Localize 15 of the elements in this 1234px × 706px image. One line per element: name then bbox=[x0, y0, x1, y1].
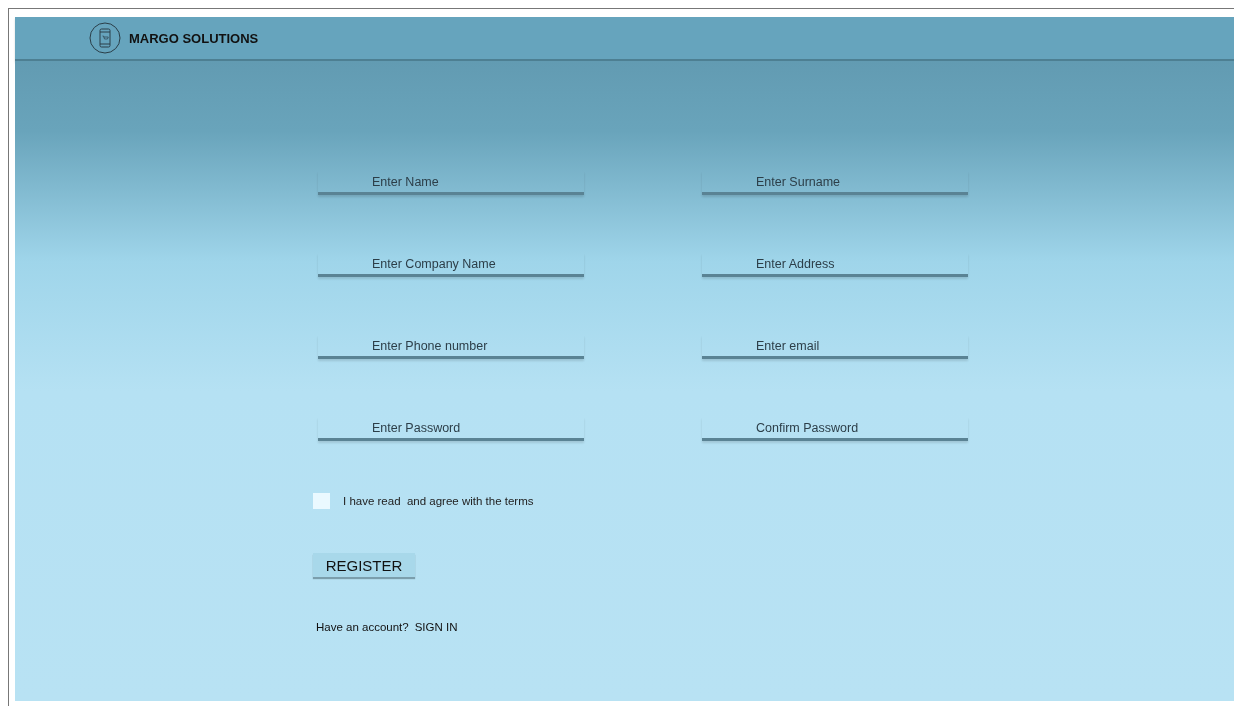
input-field[interactable]: Enter Surname bbox=[702, 171, 968, 195]
input-field[interactable]: Enter email bbox=[702, 335, 968, 359]
terms-label: I have read and agree with the terms bbox=[343, 495, 534, 507]
input-field[interactable]: Enter Name bbox=[318, 171, 584, 195]
input-field[interactable]: Enter Address bbox=[702, 253, 968, 277]
input-field[interactable]: Enter Company Name bbox=[318, 253, 584, 277]
sign-in-link[interactable]: SIGN IN bbox=[414, 621, 458, 633]
checkbox[interactable] bbox=[313, 493, 330, 509]
account-prompt: Have an account? bbox=[316, 621, 409, 633]
input-field[interactable]: Enter Phone number bbox=[318, 335, 584, 359]
input-field[interactable]: Enter Password bbox=[318, 417, 584, 441]
phone-logo-icon bbox=[89, 22, 121, 54]
input-field[interactable]: Confirm Password bbox=[702, 417, 968, 441]
register-button[interactable]: REGISTER bbox=[313, 553, 415, 577]
brand-name: MARGO SOLUTIONS bbox=[129, 30, 259, 46]
